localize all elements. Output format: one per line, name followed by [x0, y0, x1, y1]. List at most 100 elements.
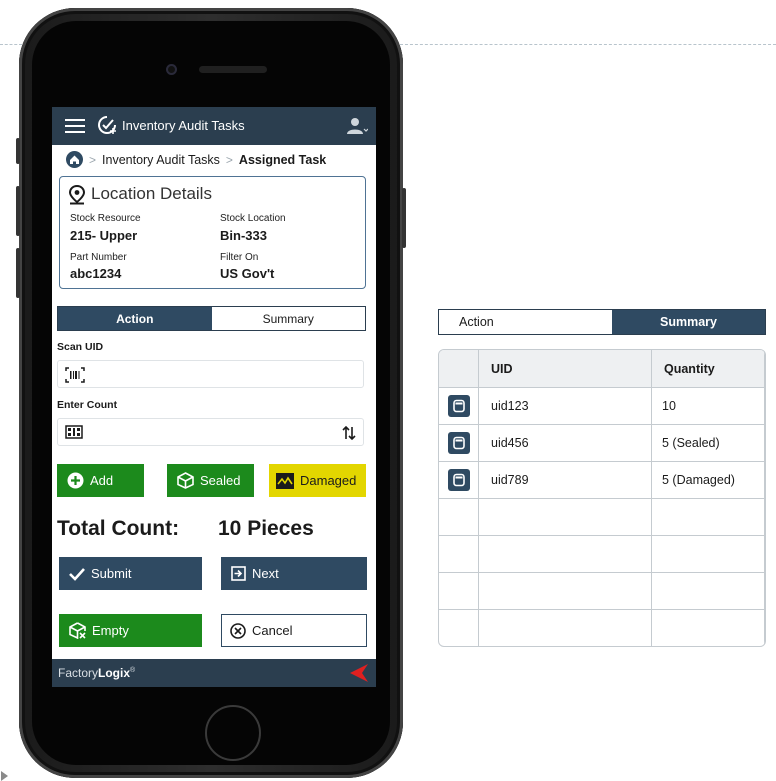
- cancel-button[interactable]: Cancel: [221, 614, 367, 647]
- breadcrumb-item[interactable]: Inventory Audit Tasks: [102, 153, 220, 167]
- keypad-icon: [65, 425, 83, 439]
- check-icon: [69, 567, 85, 581]
- uid-cell: uid789: [479, 462, 652, 499]
- row-icon-cell: [439, 610, 479, 646]
- next-icon: [231, 566, 246, 581]
- location-title: Location Details: [91, 184, 212, 203]
- expand-arrow-icon[interactable]: [1, 771, 8, 781]
- breadcrumb-separator: >: [89, 152, 97, 167]
- submit-button-label: Submit: [91, 566, 132, 581]
- brand-part2: Logix: [98, 666, 131, 680]
- stock-location-value: Bin-333: [220, 228, 267, 243]
- barcode-icon[interactable]: [65, 367, 85, 383]
- cancel-circle-icon: [230, 622, 246, 639]
- camera-icon: [166, 64, 177, 75]
- quantity-cell: 10: [652, 388, 765, 425]
- tab-bar: Action Summary: [57, 306, 366, 331]
- divider-line: [0, 44, 22, 45]
- enter-count-input[interactable]: [57, 418, 364, 446]
- enter-count-label: Enter Count: [57, 399, 118, 411]
- breadcrumb-current: Assigned Task: [238, 152, 327, 167]
- next-button-label: Next: [252, 566, 279, 581]
- summary-table: UID Quantity uid123 10 uid456 5 (Sealed) uid…: [438, 349, 766, 647]
- box-icon: [177, 472, 194, 489]
- home-button[interactable]: [205, 705, 261, 761]
- part-number-label: Part Number: [70, 252, 127, 263]
- quantity-cell: 5 (Damaged): [652, 462, 765, 499]
- trash-icon[interactable]: [447, 432, 470, 454]
- phone-side-button: [16, 186, 20, 236]
- quantity-cell: [652, 610, 765, 646]
- row-icon-cell[interactable]: [439, 388, 479, 425]
- uid-cell: uid456: [479, 425, 652, 462]
- submit-button[interactable]: Submit: [59, 557, 202, 590]
- plus-circle-icon: [67, 472, 84, 489]
- row-icon-cell[interactable]: [439, 425, 479, 462]
- uid-cell: [479, 610, 652, 646]
- damaged-icon: [276, 472, 294, 489]
- header-blank-cell: [439, 350, 479, 388]
- stock-resource-label: Stock Resource: [70, 213, 141, 224]
- breadcrumb: > Inventory Audit Tasks > Assigned Task: [66, 151, 326, 168]
- trash-icon[interactable]: [447, 469, 470, 491]
- location-details-card: Location Details Stock Resource 215- Upp…: [59, 176, 366, 289]
- next-button[interactable]: Next: [221, 557, 367, 590]
- breadcrumb-separator: >: [225, 152, 233, 167]
- add-button-label: Add: [90, 473, 114, 488]
- row-icon-cell: [439, 536, 479, 573]
- brand-mark: ®: [130, 667, 136, 674]
- app-title: Inventory Audit Tasks: [122, 118, 245, 133]
- speaker-grille: [199, 66, 267, 73]
- filter-on-value: US Gov't: [220, 266, 275, 281]
- home-icon[interactable]: [66, 151, 83, 168]
- uid-cell: uid123: [479, 388, 652, 425]
- sort-arrows-icon[interactable]: [342, 425, 356, 441]
- brand-logo: FactoryLogix®: [58, 666, 135, 680]
- quantity-cell: [652, 573, 765, 610]
- empty-button-label: Empty: [92, 623, 129, 638]
- cancel-button-label: Cancel: [252, 623, 293, 638]
- summary-tab-bar: Action Summary: [438, 309, 766, 335]
- empty-button[interactable]: Empty: [59, 614, 202, 647]
- total-count-value: 10 Pieces: [218, 517, 314, 540]
- tab-action[interactable]: Action: [58, 307, 212, 330]
- task-check-icon: [98, 116, 116, 134]
- row-icon-cell: [439, 573, 479, 610]
- quantity-cell: [652, 499, 765, 536]
- uid-cell: [479, 573, 652, 610]
- sealed-button[interactable]: Sealed: [167, 464, 254, 497]
- location-pin-icon: [68, 185, 86, 205]
- stock-location-label: Stock Location: [220, 213, 286, 224]
- tab-action[interactable]: Action: [439, 310, 612, 334]
- app-footer: FactoryLogix®: [52, 659, 376, 687]
- company-logo-icon: [350, 664, 368, 682]
- tab-summary[interactable]: Summary: [212, 307, 366, 330]
- quantity-cell: 5 (Sealed): [652, 425, 765, 462]
- total-count-label: Total Count:: [57, 517, 180, 540]
- uid-cell: [479, 499, 652, 536]
- row-icon-cell: [439, 499, 479, 536]
- trash-icon[interactable]: [447, 395, 470, 417]
- stock-resource-value: 215- Upper: [70, 228, 138, 243]
- header-uid: UID: [479, 350, 652, 388]
- phone-side-button: [16, 138, 20, 164]
- filter-on-label: Filter On: [220, 252, 259, 263]
- tab-summary[interactable]: Summary: [612, 310, 765, 334]
- sealed-button-label: Sealed: [200, 473, 241, 488]
- scan-uid-input[interactable]: [57, 360, 364, 388]
- menu-icon[interactable]: [65, 119, 85, 133]
- part-number-value: abc1234: [70, 266, 122, 281]
- row-icon-cell[interactable]: [439, 462, 479, 499]
- header-quantity: Quantity: [652, 350, 765, 388]
- damaged-button-label: Damaged: [300, 473, 357, 488]
- uid-cell: [479, 536, 652, 573]
- add-button[interactable]: Add: [57, 464, 144, 497]
- user-icon[interactable]: [346, 116, 368, 136]
- phone-side-button: [402, 188, 406, 248]
- quantity-cell: [652, 536, 765, 573]
- app-screen: Inventory Audit Tasks > Inventory Audit …: [52, 107, 376, 687]
- phone-side-button: [16, 248, 20, 298]
- divider-line: [400, 44, 776, 45]
- scan-uid-label: Scan UID: [57, 341, 104, 353]
- damaged-button[interactable]: Damaged: [269, 464, 366, 497]
